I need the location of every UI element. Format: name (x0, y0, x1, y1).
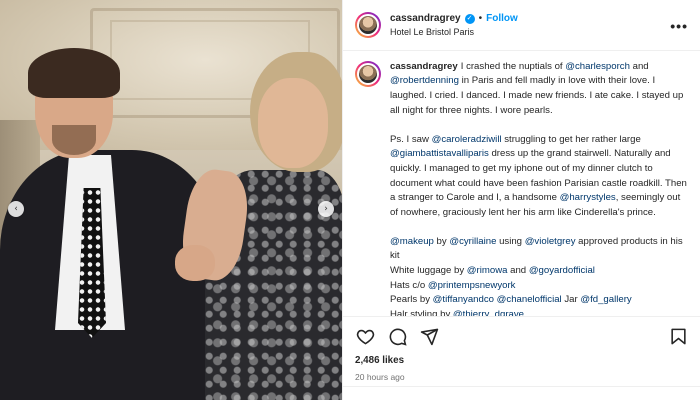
mention-link[interactable]: @harrystyles (560, 192, 616, 203)
follow-button[interactable]: Follow (486, 12, 518, 26)
credit-line: Hats c/o @printempsnewyork (390, 279, 688, 294)
caption-area: cassandragrey I crashed the nuptials of @… (343, 51, 700, 316)
caption-text-segment: I crashed the nuptials of (460, 60, 566, 72)
mention-link[interactable]: @violetgrey (525, 236, 576, 247)
post-header: cassandragrey ✓ • Follow Hotel Le Bristo… (343, 0, 700, 51)
caption-text-segment: struggling to get her rather large (501, 133, 641, 145)
carousel-prev-button[interactable]: ‹ (8, 201, 24, 217)
avatar[interactable] (355, 11, 381, 38)
mention-link[interactable]: @thierry_dgrave (453, 309, 524, 316)
comment-icon[interactable] (387, 326, 407, 346)
caption-text-segment: Halr styling by (390, 308, 453, 316)
credit-line: Pearls by @tiffanyandco @chanelofficial … (390, 293, 688, 308)
avatar-image (357, 13, 379, 36)
man-beard (52, 125, 96, 155)
mention-link[interactable]: @makeup (390, 236, 434, 247)
instagram-post: ‹ › cassandragrey ✓ • Follow Hotel Le Br… (0, 0, 700, 400)
hand (175, 245, 215, 281)
caption-text-segment: Pearls by (390, 294, 433, 306)
post-side-panel: cassandragrey ✓ • Follow Hotel Le Bristo… (342, 0, 700, 400)
man-hair (28, 48, 120, 98)
verified-badge-icon: ✓ (464, 13, 475, 24)
caption-text-segment: Hats c/o (390, 279, 428, 291)
header-text: cassandragrey ✓ • Follow Hotel Le Bristo… (390, 12, 518, 38)
caption-credits: @makeup by @cyrillaine using @violetgrey… (390, 235, 688, 316)
likes-count[interactable]: 2,486 likes (343, 355, 700, 369)
caption-text-segment: and (507, 265, 529, 277)
mention-link[interactable]: @fd_gallery (580, 294, 631, 305)
credit-line: White luggage by @rimowa and @goyardoffi… (390, 264, 688, 279)
username-link[interactable]: cassandragrey (390, 12, 461, 26)
avatar-image (357, 62, 379, 85)
bookmark-icon[interactable] (668, 327, 688, 347)
caption-text-segment: using (496, 235, 525, 247)
chevron-left-icon: ‹ (14, 204, 18, 214)
credit-line: @makeup by @cyrillaine using @violetgrey… (390, 235, 688, 264)
mention-link[interactable]: @tiffanyandco (433, 294, 494, 305)
caption-username-link[interactable]: cassandragrey (390, 61, 458, 72)
more-options-icon[interactable]: ••• (670, 18, 688, 34)
caption-text-segment: Ps. I saw (390, 133, 432, 145)
location-link[interactable]: Hotel Le Bristol Paris (390, 26, 518, 38)
action-bar (343, 315, 700, 355)
post-timestamp[interactable]: 20 hours ago (343, 369, 700, 387)
caption-text-segment: and (629, 60, 649, 72)
heart-icon[interactable] (355, 326, 375, 346)
caption-avatar[interactable] (355, 60, 381, 87)
chevron-right-icon: › (324, 204, 328, 214)
mention-link[interactable]: @printempsnewyork (428, 280, 516, 291)
mention-link[interactable]: @cyrillaine (449, 236, 496, 247)
credit-line: Halr styling by @thierry_dgrave (390, 308, 688, 316)
separator-dot: • (478, 13, 483, 25)
share-icon[interactable] (419, 326, 439, 346)
caption-p2-body: Ps. I saw @caroleradziwill struggling to… (390, 134, 687, 218)
mention-link[interactable]: @rimowa (467, 265, 508, 276)
mention-link[interactable]: @goyardofficial (529, 265, 595, 276)
header-user-line: cassandragrey ✓ • Follow (390, 12, 518, 26)
mention-link[interactable]: @charlesporch (565, 61, 630, 72)
caption-text-segment: by (433, 235, 450, 247)
carousel-next-button[interactable]: › (318, 201, 334, 217)
woman-face (258, 78, 328, 168)
caption-text-segment: White luggage by (390, 265, 467, 277)
mention-link[interactable]: @giambattistavalliparis (390, 148, 489, 159)
caption-paragraph-2: Ps. I saw @caroleradziwill struggling to… (390, 133, 688, 221)
post-photo[interactable]: ‹ › (0, 0, 342, 400)
mention-link[interactable]: @caroleradziwill (432, 134, 502, 145)
add-comment-area (343, 386, 700, 400)
caption-text: cassandragrey I crashed the nuptials of @… (390, 60, 688, 316)
mention-link[interactable]: @chanelofficial (497, 294, 562, 305)
mention-link[interactable]: @robertdenning (390, 75, 459, 86)
caption-text-segment: Jar (561, 294, 581, 306)
caption-paragraph-1: cassandragrey I crashed the nuptials of @… (390, 60, 688, 118)
